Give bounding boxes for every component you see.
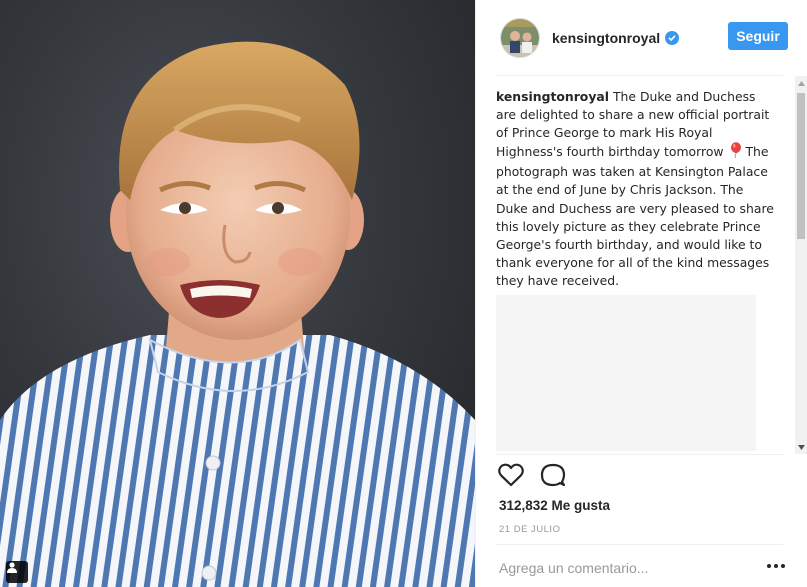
header-divider [496,75,783,76]
comments-scrollbar[interactable] [795,76,807,454]
actions-divider [496,454,783,455]
scroll-thumb[interactable] [797,93,805,239]
post-photo[interactable] [0,0,475,587]
loading-placeholder [496,295,756,452]
comment-divider [496,544,783,545]
post-header: kensingtonroyal Seguir [476,0,807,75]
user-tag-icon [7,562,17,573]
user-tag-button[interactable] [6,561,28,583]
avatar[interactable] [500,17,540,58]
scroll-down-arrow-icon[interactable] [795,440,807,454]
post-actions [498,463,566,487]
balloon-emoji-icon [730,142,742,163]
header-username[interactable]: kensingtonroyal [552,30,660,46]
post-side-panel: kensingtonroyal Seguir kensingtonroyal T… [475,0,807,587]
portrait-illustration [0,41,475,587]
caption-username[interactable]: kensingtonroyal [496,89,609,104]
more-options-icon[interactable] [767,564,785,568]
verified-badge-icon [665,30,680,45]
avatar-image [501,18,539,57]
heart-icon[interactable] [498,463,524,487]
caption-text-part2: The photograph was taken at Kensington P… [496,144,774,288]
post-date: 21 DE JULIO [499,524,561,535]
comment-bubble-icon[interactable] [540,463,566,487]
comments-area[interactable]: kensingtonroyal The Duke and Duchess are… [496,88,776,456]
comment-input[interactable] [499,560,739,576]
caption: kensingtonroyal The Duke and Duchess are… [496,88,776,290]
scroll-up-arrow-icon[interactable] [795,76,807,90]
follow-button[interactable]: Seguir [728,22,788,50]
likes-count[interactable]: 312,832 Me gusta [499,498,610,513]
